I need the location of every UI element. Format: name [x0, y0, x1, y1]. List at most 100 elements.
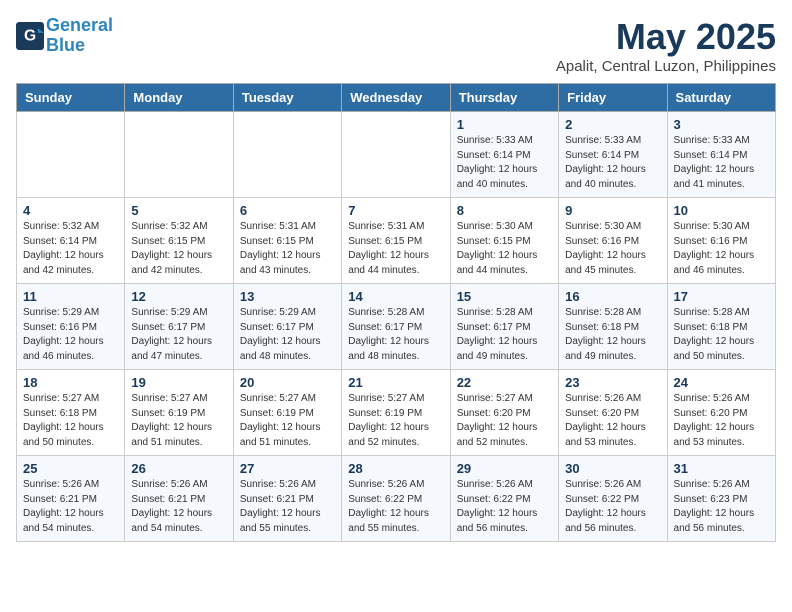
- day-info: Sunrise: 5:26 AMSunset: 6:21 PMDaylight:…: [131, 478, 226, 536]
- day-info: Sunrise: 5:28 AMSunset: 6:17 PMDaylight:…: [348, 306, 443, 364]
- logo-line1: General: [46, 15, 113, 35]
- calendar-table: Sunday Monday Tuesday Wednesday Thursday…: [16, 83, 776, 542]
- calendar-cell: [17, 112, 125, 198]
- day-info: Sunrise: 5:26 AMSunset: 6:20 PMDaylight:…: [674, 392, 769, 450]
- calendar-cell: 9Sunrise: 5:30 AMSunset: 6:16 PMDaylight…: [559, 198, 667, 284]
- calendar-cell: 19Sunrise: 5:27 AMSunset: 6:19 PMDayligh…: [125, 370, 233, 456]
- calendar-week-1: 1 Sunrise: 5:33 AMSunset: 6:14 PMDaylight…: [17, 112, 776, 198]
- calendar-cell: 23Sunrise: 5:26 AMSunset: 6:20 PMDayligh…: [559, 370, 667, 456]
- col-tuesday: Tuesday: [233, 84, 341, 112]
- calendar-cell: 10 Sunrise: 5:30 AMSunset: 6:16 PMDayligh…: [667, 198, 775, 284]
- day-number: 16: [565, 289, 660, 304]
- day-number: 9: [565, 203, 660, 218]
- day-info: Sunrise: 5:31 AMSunset: 6:15 PMDaylight:…: [348, 220, 443, 278]
- day-number: 17: [674, 289, 769, 304]
- title-block: May 2025 Apalit, Central Luzon, Philippi…: [556, 16, 776, 75]
- logo-text: General Blue: [46, 16, 113, 56]
- calendar-cell: [233, 112, 341, 198]
- day-number: 31: [674, 461, 769, 476]
- day-number: 4: [23, 203, 118, 218]
- day-number: 8: [457, 203, 552, 218]
- col-thursday: Thursday: [450, 84, 558, 112]
- day-info: Sunrise: 5:26 AMSunset: 6:20 PMDaylight:…: [565, 392, 660, 450]
- calendar-cell: 24Sunrise: 5:26 AMSunset: 6:20 PMDayligh…: [667, 370, 775, 456]
- calendar-cell: 30 Sunrise: 5:26 AMSunset: 6:22 PMDayligh…: [559, 456, 667, 542]
- day-number: 15: [457, 289, 552, 304]
- day-number: 29: [457, 461, 552, 476]
- calendar-body: 1 Sunrise: 5:33 AMSunset: 6:14 PMDaylight…: [17, 112, 776, 542]
- calendar-cell: 26Sunrise: 5:26 AMSunset: 6:21 PMDayligh…: [125, 456, 233, 542]
- day-number: 12: [131, 289, 226, 304]
- day-info: Sunrise: 5:26 AMSunset: 6:22 PMDaylight:…: [565, 478, 660, 536]
- calendar-cell: 28 Sunrise: 5:26 AMSunset: 6:22 PMDayligh…: [342, 456, 450, 542]
- calendar-week-2: 4 Sunrise: 5:32 AMSunset: 6:14 PMDaylight…: [17, 198, 776, 284]
- day-number: 20: [240, 375, 335, 390]
- day-info: Sunrise: 5:32 AMSunset: 6:15 PMDaylight:…: [131, 220, 226, 278]
- day-number: 1: [457, 117, 552, 132]
- day-info: Sunrise: 5:28 AMSunset: 6:18 PMDaylight:…: [674, 306, 769, 364]
- day-info: Sunrise: 5:26 AMSunset: 6:22 PMDaylight:…: [457, 478, 552, 536]
- day-number: 30: [565, 461, 660, 476]
- day-info: Sunrise: 5:29 AMSunset: 6:17 PMDaylight:…: [240, 306, 335, 364]
- day-number: 22: [457, 375, 552, 390]
- day-info: Sunrise: 5:27 AMSunset: 6:20 PMDaylight:…: [457, 392, 552, 450]
- calendar-cell: 6 Sunrise: 5:31 AMSunset: 6:15 PMDaylight…: [233, 198, 341, 284]
- calendar-cell: 21Sunrise: 5:27 AMSunset: 6:19 PMDayligh…: [342, 370, 450, 456]
- day-number: 21: [348, 375, 443, 390]
- calendar-cell: [342, 112, 450, 198]
- logo-line2: Blue: [46, 35, 85, 55]
- calendar-cell: 2Sunrise: 5:33 AMSunset: 6:14 PMDaylight…: [559, 112, 667, 198]
- calendar-cell: 15Sunrise: 5:28 AMSunset: 6:17 PMDayligh…: [450, 284, 558, 370]
- day-number: 28: [348, 461, 443, 476]
- calendar-week-5: 25Sunrise: 5:26 AMSunset: 6:21 PMDayligh…: [17, 456, 776, 542]
- day-info: Sunrise: 5:33 AMSunset: 6:14 PMDaylight:…: [457, 134, 552, 192]
- day-info: Sunrise: 5:33 AMSunset: 6:14 PMDaylight:…: [674, 134, 769, 192]
- calendar-cell: 4 Sunrise: 5:32 AMSunset: 6:14 PMDaylight…: [17, 198, 125, 284]
- day-info: Sunrise: 5:26 AMSunset: 6:21 PMDaylight:…: [240, 478, 335, 536]
- calendar-cell: 22 Sunrise: 5:27 AMSunset: 6:20 PMDayligh…: [450, 370, 558, 456]
- calendar-cell: 29 Sunrise: 5:26 AMSunset: 6:22 PMDayligh…: [450, 456, 558, 542]
- day-info: Sunrise: 5:27 AMSunset: 6:19 PMDaylight:…: [240, 392, 335, 450]
- col-friday: Friday: [559, 84, 667, 112]
- calendar-cell: 17 Sunrise: 5:28 AMSunset: 6:18 PMDayligh…: [667, 284, 775, 370]
- day-info: Sunrise: 5:29 AMSunset: 6:17 PMDaylight:…: [131, 306, 226, 364]
- day-info: Sunrise: 5:28 AMSunset: 6:18 PMDaylight:…: [565, 306, 660, 364]
- day-info: Sunrise: 5:26 AMSunset: 6:23 PMDaylight:…: [674, 478, 769, 536]
- day-number: 5: [131, 203, 226, 218]
- day-number: 14: [348, 289, 443, 304]
- logo-icon: G: [16, 22, 44, 50]
- calendar-cell: 8 Sunrise: 5:30 AMSunset: 6:15 PMDaylight…: [450, 198, 558, 284]
- day-number: 11: [23, 289, 118, 304]
- day-number: 6: [240, 203, 335, 218]
- day-info: Sunrise: 5:33 AMSunset: 6:14 PMDaylight:…: [565, 134, 660, 192]
- day-number: 19: [131, 375, 226, 390]
- day-info: Sunrise: 5:26 AMSunset: 6:21 PMDaylight:…: [23, 478, 118, 536]
- day-info: Sunrise: 5:31 AMSunset: 6:15 PMDaylight:…: [240, 220, 335, 278]
- location-subtitle: Apalit, Central Luzon, Philippines: [556, 58, 776, 75]
- col-monday: Monday: [125, 84, 233, 112]
- col-sunday: Sunday: [17, 84, 125, 112]
- calendar-week-3: 11 Sunrise: 5:29 AMSunset: 6:16 PMDayligh…: [17, 284, 776, 370]
- logo: G General Blue: [16, 16, 113, 56]
- day-info: Sunrise: 5:32 AMSunset: 6:14 PMDaylight:…: [23, 220, 118, 278]
- calendar-cell: 12 Sunrise: 5:29 AMSunset: 6:17 PMDayligh…: [125, 284, 233, 370]
- calendar-cell: 11 Sunrise: 5:29 AMSunset: 6:16 PMDayligh…: [17, 284, 125, 370]
- day-info: Sunrise: 5:29 AMSunset: 6:16 PMDaylight:…: [23, 306, 118, 364]
- day-info: Sunrise: 5:30 AMSunset: 6:16 PMDaylight:…: [674, 220, 769, 278]
- svg-text:G: G: [24, 27, 36, 44]
- day-number: 27: [240, 461, 335, 476]
- calendar-cell: 14 Sunrise: 5:28 AMSunset: 6:17 PMDayligh…: [342, 284, 450, 370]
- calendar-cell: 16 Sunrise: 5:28 AMSunset: 6:18 PMDayligh…: [559, 284, 667, 370]
- day-info: Sunrise: 5:30 AMSunset: 6:15 PMDaylight:…: [457, 220, 552, 278]
- day-number: 10: [674, 203, 769, 218]
- days-of-week-row: Sunday Monday Tuesday Wednesday Thursday…: [17, 84, 776, 112]
- calendar-cell: 27 Sunrise: 5:26 AMSunset: 6:21 PMDayligh…: [233, 456, 341, 542]
- calendar-cell: 7Sunrise: 5:31 AMSunset: 6:15 PMDaylight…: [342, 198, 450, 284]
- page-header: G General Blue May 2025 Apalit, Central …: [16, 16, 776, 75]
- calendar-cell: 20 Sunrise: 5:27 AMSunset: 6:19 PMDayligh…: [233, 370, 341, 456]
- day-info: Sunrise: 5:26 AMSunset: 6:22 PMDaylight:…: [348, 478, 443, 536]
- calendar-cell: 1 Sunrise: 5:33 AMSunset: 6:14 PMDaylight…: [450, 112, 558, 198]
- calendar-cell: 3 Sunrise: 5:33 AMSunset: 6:14 PMDaylight…: [667, 112, 775, 198]
- day-number: 3: [674, 117, 769, 132]
- calendar-cell: 31 Sunrise: 5:26 AMSunset: 6:23 PMDayligh…: [667, 456, 775, 542]
